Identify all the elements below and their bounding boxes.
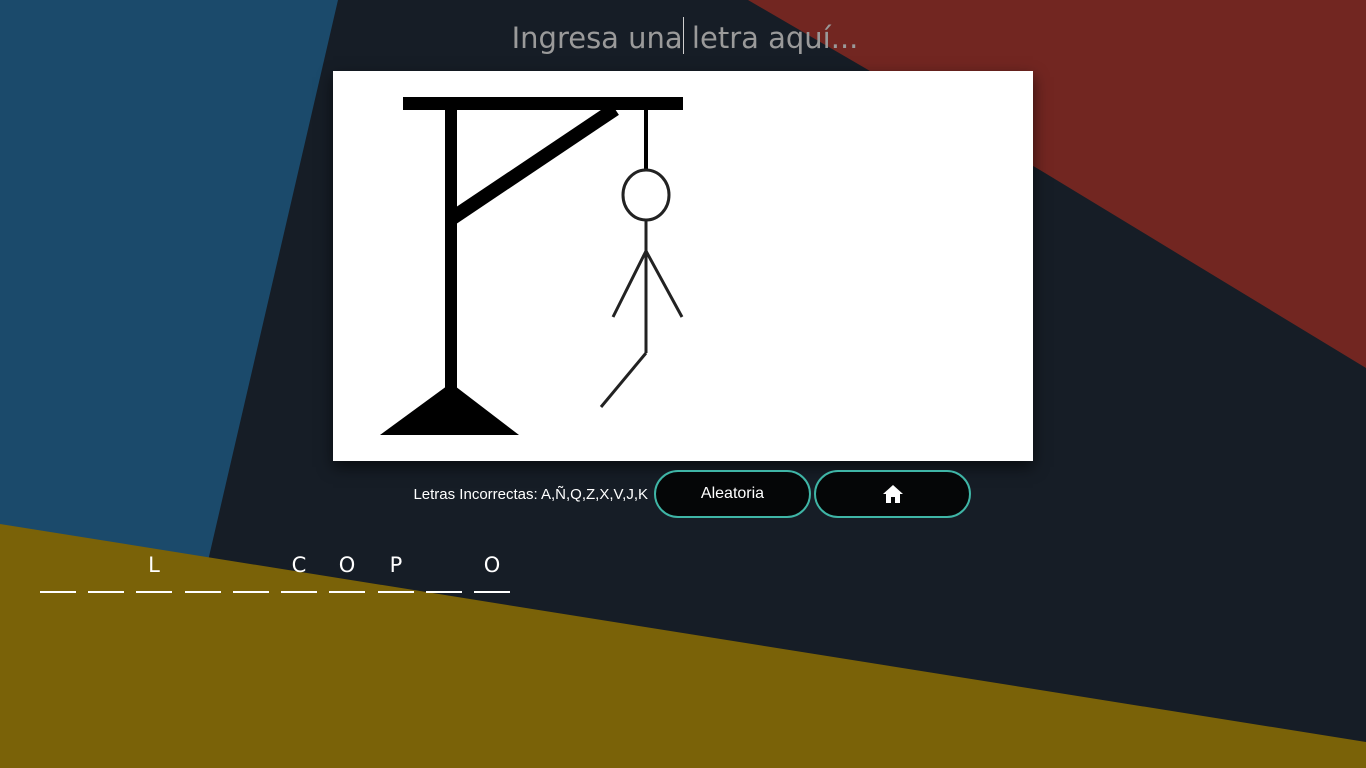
slot-letter: O	[338, 553, 356, 577]
letter-slot: O	[474, 553, 510, 593]
random-word-button[interactable]: Aleatoria	[654, 470, 811, 518]
letter-slot: L	[136, 553, 172, 593]
wrong-letters-label: Letras Incorrectas: A,Ñ,Q,Z,X,V,J,K	[413, 486, 648, 503]
slot-letter: C	[291, 553, 307, 577]
hangman-drawing	[380, 97, 684, 435]
letter-slot: P	[378, 553, 414, 593]
gallows-base	[380, 383, 519, 435]
hangman-head	[621, 168, 671, 222]
gallows-beam	[403, 97, 683, 110]
hangman-left-arm	[611, 250, 648, 318]
home-button[interactable]	[814, 470, 971, 518]
home-icon	[882, 485, 903, 503]
slot-letter: O	[483, 553, 501, 577]
slot-letter: L	[148, 553, 160, 577]
slot-letter: P	[389, 553, 403, 577]
letter-slot	[233, 553, 269, 593]
letter-slot	[40, 553, 76, 593]
hanged-man	[599, 168, 684, 408]
gallows-post	[445, 109, 457, 389]
letter-slot	[185, 553, 221, 593]
letter-slot	[88, 553, 124, 593]
text-caret	[683, 17, 684, 54]
letter-input[interactable]	[333, 12, 1037, 64]
letter-slot: C	[281, 553, 317, 593]
letter-slot	[426, 553, 462, 593]
hangman-right-arm	[644, 250, 684, 318]
letter-slot: O	[329, 553, 365, 593]
hangman-left-leg	[599, 352, 648, 408]
gallows-brace	[447, 103, 619, 225]
hangman-board	[333, 71, 1033, 461]
